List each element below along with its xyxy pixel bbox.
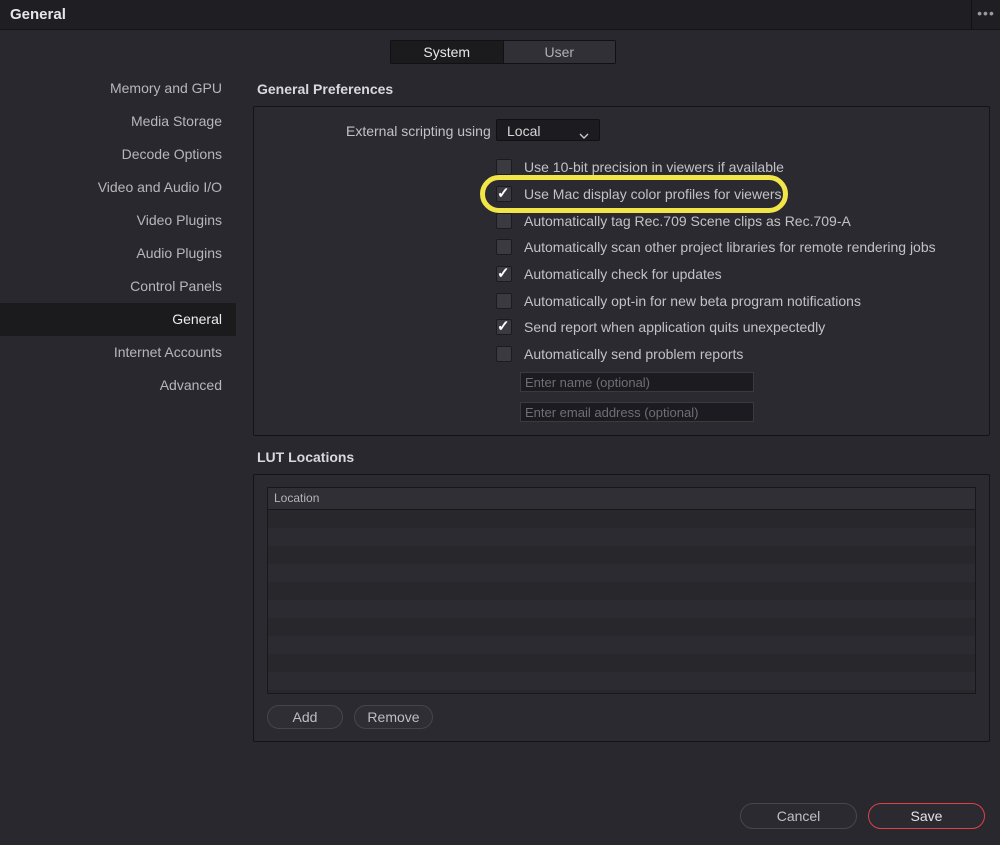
checkmark-icon: ✓ [497, 318, 510, 335]
checkbox-row-problem-reports[interactable]: Automatically send problem reports [496, 345, 743, 363]
table-row [268, 564, 975, 582]
checkbox-row-scan-libraries[interactable]: Automatically scan other project librari… [496, 238, 936, 256]
external-scripting-select[interactable]: Local [496, 119, 600, 141]
checkbox-label: Automatically opt-in for new beta progra… [524, 293, 861, 309]
checkbox-label: Use Mac display color profiles for viewe… [524, 186, 782, 202]
checkbox-label: Use 10-bit precision in viewers if avail… [524, 159, 784, 175]
email-input[interactable] [520, 402, 754, 422]
checkbox-row-send-report[interactable]: ✓ Send report when application quits une… [496, 318, 825, 336]
sidebar: Memory and GPU Media Storage Decode Opti… [0, 72, 236, 402]
sidebar-item-control-panels[interactable]: Control Panels [0, 270, 236, 303]
save-button[interactable]: Save [868, 803, 985, 829]
table-row [268, 582, 975, 600]
checkbox-tag-rec709[interactable] [496, 213, 512, 229]
checkmark-icon: ✓ [497, 265, 510, 282]
name-input[interactable] [520, 372, 754, 392]
sidebar-item-memory-gpu[interactable]: Memory and GPU [0, 72, 236, 105]
sidebar-item-media-storage[interactable]: Media Storage [0, 105, 236, 138]
checkmark-icon: ✓ [497, 185, 510, 202]
checkbox-label: Automatically check for updates [524, 266, 722, 282]
checkbox-send-report[interactable]: ✓ [496, 318, 512, 335]
lut-locations-title: LUT Locations [257, 449, 355, 465]
external-scripting-label: External scripting using [346, 123, 491, 139]
lut-table[interactable]: Location [267, 487, 976, 694]
more-options-icon[interactable]: ••• [971, 0, 1000, 29]
checkbox-beta-notifications[interactable] [496, 293, 512, 309]
remove-lut-button[interactable]: Remove [354, 705, 433, 729]
checkbox-10bit-precision[interactable] [496, 159, 512, 175]
title-bar: General ••• [0, 0, 1000, 30]
sidebar-item-general[interactable]: General [0, 303, 236, 336]
chevron-down-icon [579, 125, 589, 147]
checkbox-label: Automatically tag Rec.709 Scene clips as… [524, 213, 851, 229]
checkbox-label: Send report when application quits unexp… [524, 319, 826, 335]
checkbox-row-rec709[interactable]: Automatically tag Rec.709 Scene clips as… [496, 212, 851, 230]
cancel-button[interactable]: Cancel [740, 803, 857, 829]
checkbox-label: Automatically send problem reports [524, 346, 744, 362]
window-title: General [10, 6, 66, 23]
table-row [268, 510, 975, 528]
checkbox-row-beta-notifications[interactable]: Automatically opt-in for new beta progra… [496, 292, 861, 310]
checkbox-mac-color-profiles[interactable]: ✓ [496, 185, 512, 202]
table-row [268, 636, 975, 654]
table-row [268, 528, 975, 546]
tab-system[interactable]: System [391, 41, 503, 63]
table-row [268, 546, 975, 564]
checkbox-label: Automatically scan other project librari… [524, 239, 936, 255]
checkbox-problem-reports[interactable] [496, 346, 512, 362]
checkbox-row-check-updates[interactable]: ✓ Automatically check for updates [496, 265, 722, 283]
add-lut-button[interactable]: Add [267, 705, 343, 729]
sidebar-item-internet-accounts[interactable]: Internet Accounts [0, 336, 236, 369]
table-row [268, 654, 975, 672]
scope-segmented-control: System User [390, 40, 616, 64]
table-row [268, 618, 975, 636]
checkbox-check-updates[interactable]: ✓ [496, 265, 512, 282]
tab-user[interactable]: User [502, 41, 615, 63]
external-scripting-value: Local [507, 123, 541, 139]
table-row [268, 600, 975, 618]
table-row [268, 672, 975, 690]
sidebar-item-video-audio-io[interactable]: Video and Audio I/O [0, 171, 236, 204]
checkbox-row-10bit[interactable]: Use 10-bit precision in viewers if avail… [496, 158, 784, 176]
sidebar-item-advanced[interactable]: Advanced [0, 369, 236, 402]
sidebar-item-audio-plugins[interactable]: Audio Plugins [0, 237, 236, 270]
general-preferences-panel: External scripting using Local Use 10-bi… [253, 106, 990, 436]
checkbox-row-mac-color-profiles[interactable]: ✓ Use Mac display color profiles for vie… [496, 185, 782, 203]
checkbox-scan-libraries[interactable] [496, 239, 512, 255]
sidebar-item-video-plugins[interactable]: Video Plugins [0, 204, 236, 237]
sidebar-item-decode-options[interactable]: Decode Options [0, 138, 236, 171]
lut-column-header: Location [268, 488, 975, 510]
lut-locations-panel: Location Add Remove [253, 474, 990, 742]
general-preferences-title: General Preferences [257, 81, 394, 97]
